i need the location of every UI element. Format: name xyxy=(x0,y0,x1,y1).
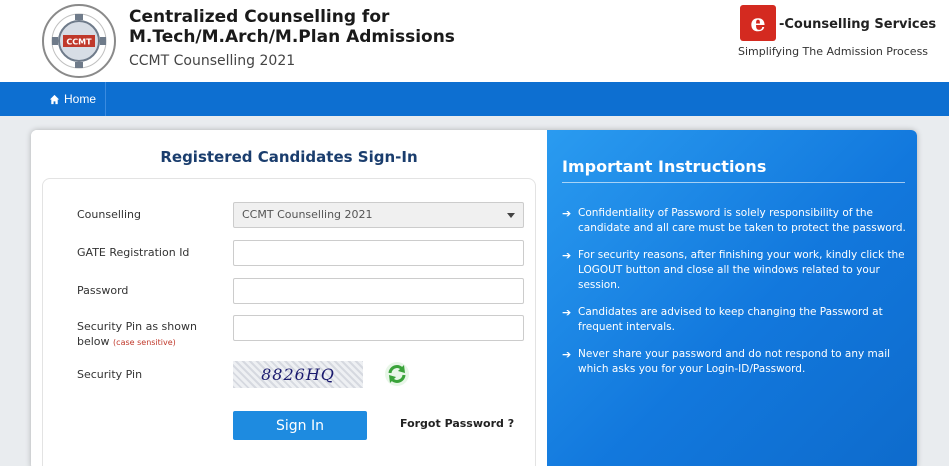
signin-button[interactable]: Sign In xyxy=(233,411,367,440)
ecs-name: -Counselling Services xyxy=(779,17,937,32)
site-subtitle: CCMT Counselling 2021 xyxy=(129,53,296,69)
security-pin-label: Security Pin xyxy=(77,368,143,381)
e-badge-icon: e xyxy=(740,5,776,41)
gate-id-input[interactable] xyxy=(233,240,524,266)
counselling-selected-value: CCMT Counselling 2021 xyxy=(242,208,373,221)
arrow-right-icon: ➔ xyxy=(562,207,572,220)
refresh-captcha-icon[interactable] xyxy=(384,361,410,387)
security-pin-label-line1: Security Pin as shown xyxy=(77,320,197,333)
arrow-right-icon: ➔ xyxy=(562,348,572,361)
chevron-down-icon xyxy=(507,213,515,218)
arrow-right-icon: ➔ xyxy=(562,306,572,319)
case-sensitive-note: (case sensitive) xyxy=(113,338,176,347)
instructions-divider xyxy=(562,182,905,183)
ccmt-logo: CCMT xyxy=(42,4,116,78)
counselling-label: Counselling xyxy=(77,208,141,221)
home-icon xyxy=(49,94,60,104)
nav-home-link[interactable]: Home xyxy=(40,82,107,116)
security-pin-label-line2: below xyxy=(77,335,110,348)
instructions-pane: Important Instructions ➔ Confidentiality … xyxy=(547,130,917,466)
site-header: CCMT Centralized Counselling for M.Tech/… xyxy=(0,0,949,82)
signin-pane: Registered Candidates Sign-In Counsellin… xyxy=(31,130,547,466)
gate-id-label: GATE Registration Id xyxy=(77,246,190,259)
captcha-text: 8826HQ xyxy=(261,365,335,384)
instruction-item: ➔ Candidates are advised to keep changing… xyxy=(562,306,883,333)
security-pin-input[interactable] xyxy=(233,315,524,341)
site-title-line2: M.Tech/M.Arch/M.Plan Admissions xyxy=(129,27,455,47)
site-title-line1: Centralized Counselling for xyxy=(129,7,390,27)
signin-title: Registered Candidates Sign-In xyxy=(160,148,418,166)
instructions-title: Important Instructions xyxy=(562,157,767,176)
svg-text:CCMT: CCMT xyxy=(66,38,92,47)
ecounselling-logo: e -Counselling Services Simplifying The … xyxy=(738,5,936,65)
instruction-item: ➔ Confidentiality of Password is solely r… xyxy=(562,207,906,234)
password-input[interactable] xyxy=(233,278,524,304)
security-pin-input-label: Security Pin as shown below (case sensit… xyxy=(77,319,197,350)
signin-form: Counselling CCMT Counselling 2021 GATE R… xyxy=(42,178,536,466)
arrow-right-icon: ➔ xyxy=(562,249,572,262)
forgot-password-link[interactable]: Forgot Password ? xyxy=(400,417,514,430)
password-label: Password xyxy=(77,284,129,297)
nav-home-label: Home xyxy=(64,92,97,106)
ecs-tagline: Simplifying The Admission Process xyxy=(738,45,929,58)
instructions-list: ➔ Confidentiality of Password is solely r… xyxy=(562,206,907,389)
counselling-select[interactable]: CCMT Counselling 2021 xyxy=(233,202,524,228)
main-navbar: Home xyxy=(0,82,949,116)
signin-card: Registered Candidates Sign-In Counsellin… xyxy=(31,130,917,466)
instruction-item: ➔ Never share your password and do not re… xyxy=(562,348,891,375)
captcha-image: 8826HQ xyxy=(233,361,363,388)
instruction-item: ➔ For security reasons, after finishing y… xyxy=(562,249,905,291)
